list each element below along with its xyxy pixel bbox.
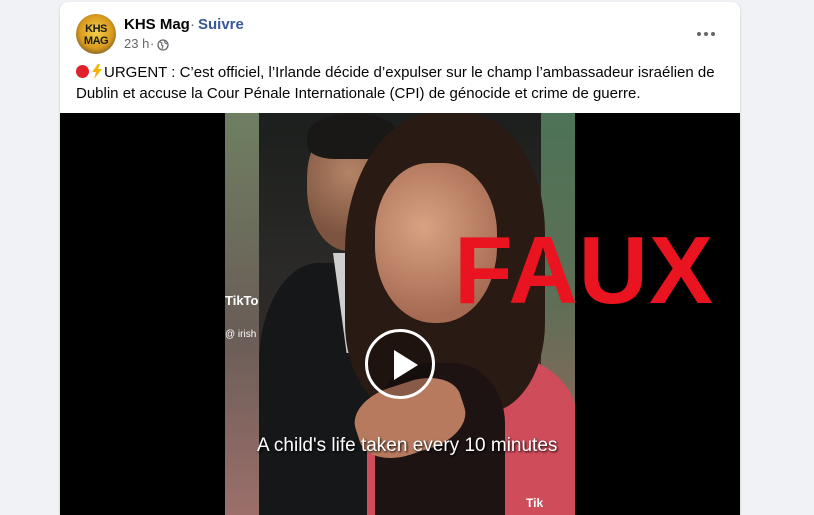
author-name[interactable]: KHS Mag xyxy=(124,16,190,33)
avatar-logo-text: KHS MAG xyxy=(83,23,109,47)
video-caption: A child's life taken every 10 minutes xyxy=(257,435,558,456)
red-circle-icon xyxy=(76,65,89,78)
lightning-icon xyxy=(92,64,102,79)
author-separator: · xyxy=(190,16,195,33)
tiktok-watermark-corner: Tik xyxy=(526,496,544,510)
play-button[interactable] xyxy=(365,329,435,399)
play-icon xyxy=(394,350,418,380)
follow-button[interactable]: Suivre xyxy=(198,16,244,33)
post-timestamp[interactable]: 23 h xyxy=(124,36,149,51)
more-dot xyxy=(711,32,715,36)
faux-stamp: FAUX xyxy=(454,217,715,324)
timestamp-separator: · xyxy=(150,36,155,51)
post-message: URGENT : C’est officiel, l’Irlande décid… xyxy=(76,63,726,104)
tiktok-handle: @ irish xyxy=(225,329,257,340)
more-dots-icon xyxy=(697,32,701,36)
avatar[interactable]: KHS MAG xyxy=(76,14,116,54)
more-dot xyxy=(704,32,708,36)
video-bg-left xyxy=(225,113,259,515)
tiktok-watermark: TikTo xyxy=(225,293,259,308)
post-text: URGENT : C’est officiel, l’Irlande décid… xyxy=(76,64,715,102)
more-options-button[interactable] xyxy=(688,16,724,52)
post-header: KHS MAG KHS Mag · Suivre 23 h · xyxy=(60,2,740,60)
globe-icon xyxy=(157,39,169,51)
video-player[interactable]: TikTo @ irish Tik A child's life taken e… xyxy=(60,113,740,515)
facebook-post-card: KHS MAG KHS Mag · Suivre 23 h · URGENT :… xyxy=(60,2,740,515)
